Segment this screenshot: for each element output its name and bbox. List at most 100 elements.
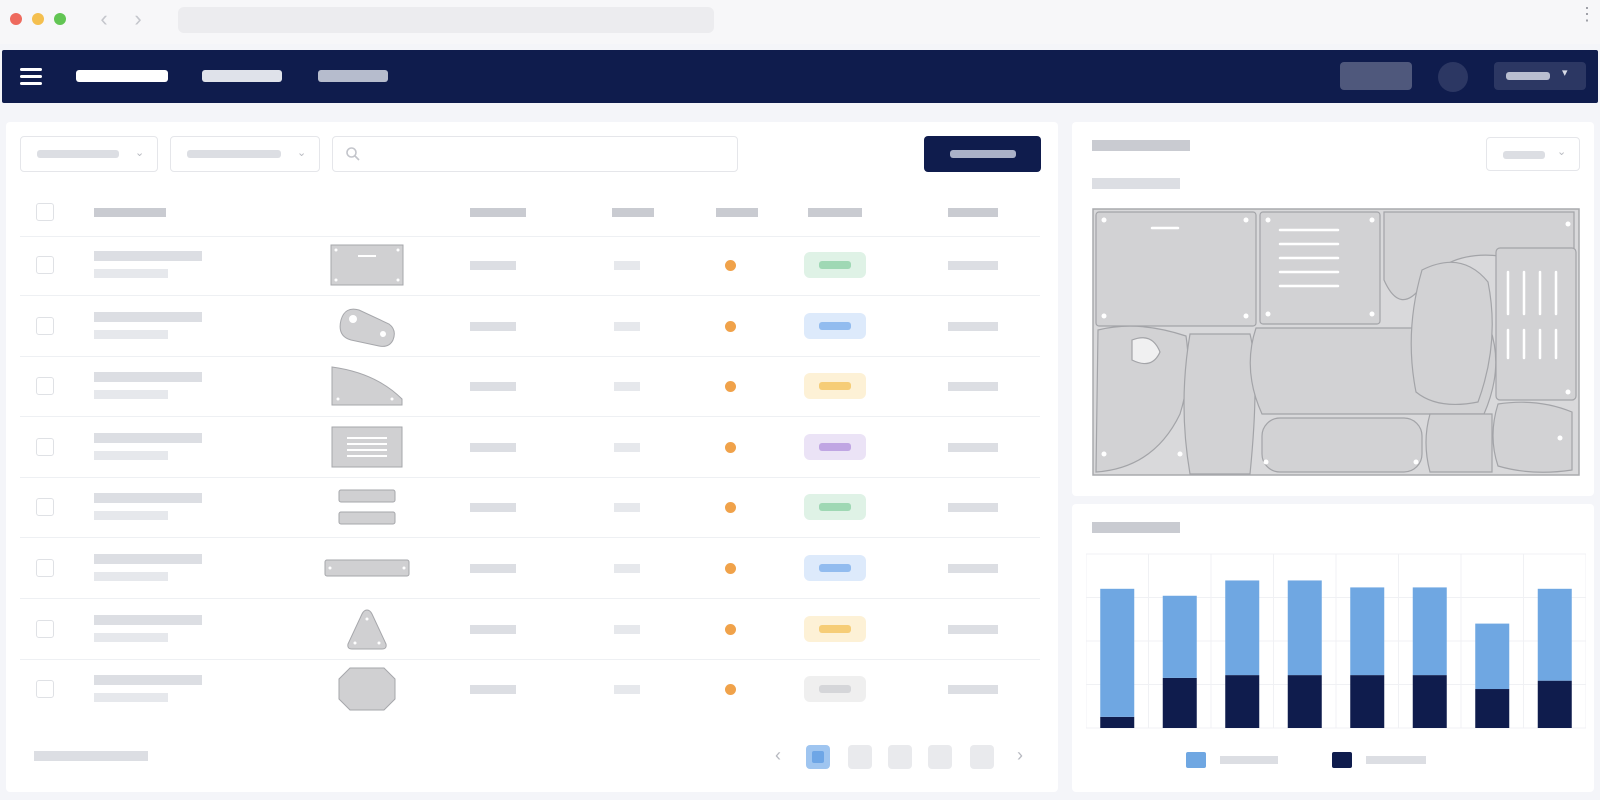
quantity-placeholder xyxy=(614,442,640,452)
column-header-6[interactable] xyxy=(808,208,862,217)
forward-arrow-icon[interactable]: › xyxy=(128,8,148,31)
date-placeholder xyxy=(948,624,998,634)
flat-bar-icon[interactable] xyxy=(324,558,410,583)
part-id-placeholder xyxy=(94,511,168,521)
prev-page-icon[interactable]: ‹ xyxy=(770,744,786,768)
bar-series-1-3 xyxy=(1225,675,1260,728)
search-icon xyxy=(346,147,360,161)
back-arrow-icon[interactable]: ‹ xyxy=(94,8,114,31)
part-name-placeholder xyxy=(94,493,202,504)
stacked-bars-icon[interactable] xyxy=(337,486,397,533)
material-placeholder xyxy=(470,321,516,331)
column-header-4[interactable] xyxy=(612,208,654,217)
status-badge xyxy=(804,494,866,521)
browser-chrome: ‹ › ⋮ xyxy=(0,0,1600,44)
row-checkbox[interactable] xyxy=(36,316,54,335)
bar-series-1-7 xyxy=(1475,689,1510,728)
bar-series-1-1 xyxy=(1100,716,1135,728)
status-dot xyxy=(725,441,736,453)
material-placeholder xyxy=(470,382,516,392)
part-id-placeholder xyxy=(94,572,168,581)
preview-subtitle xyxy=(1092,178,1180,189)
part-id-placeholder xyxy=(94,450,168,460)
material-placeholder xyxy=(470,261,516,270)
address-bar[interactable] xyxy=(178,7,714,33)
row-checkbox[interactable] xyxy=(36,559,54,577)
status-dot xyxy=(725,320,736,332)
part-id-placeholder xyxy=(94,269,168,278)
quantity-placeholder xyxy=(614,624,640,634)
bar-series-1-2 xyxy=(1162,677,1197,728)
close-window-dot[interactable] xyxy=(10,13,22,25)
row-checkbox[interactable] xyxy=(36,256,54,274)
preview-dropdown[interactable]: ⌄ xyxy=(1486,137,1580,171)
bracket-link-icon[interactable] xyxy=(337,304,397,353)
bar-series-2-2 xyxy=(1162,595,1197,678)
avatar[interactable] xyxy=(1438,62,1468,92)
chevron-down-icon: ▾ xyxy=(1562,67,1568,79)
stacked-bar-chart xyxy=(1086,553,1586,729)
vent-panel-icon[interactable] xyxy=(331,426,403,473)
filter-dropdown-1[interactable]: ⌄ xyxy=(20,136,158,172)
nested-sheet-layout-icon xyxy=(1092,208,1580,476)
octagon-plate-icon[interactable] xyxy=(338,667,396,716)
legend-label-series-2 xyxy=(1220,756,1278,764)
row-checkbox[interactable] xyxy=(36,619,54,638)
chevron-down-icon: ⌄ xyxy=(1557,146,1567,158)
bar-series-1-5 xyxy=(1350,675,1385,728)
filter-dropdown-2[interactable]: ⌄ xyxy=(170,136,320,172)
row-checkbox[interactable] xyxy=(36,498,54,517)
part-id-placeholder xyxy=(94,390,168,400)
nav-item-2[interactable] xyxy=(202,70,282,82)
nav-item-1[interactable] xyxy=(76,70,168,82)
status-badge xyxy=(804,373,866,400)
part-name-placeholder xyxy=(94,614,202,625)
date-placeholder xyxy=(948,685,998,695)
part-name-placeholder xyxy=(94,311,202,322)
part-name-placeholder xyxy=(94,432,202,443)
rectangular-plate-icon[interactable] xyxy=(330,244,404,291)
app-header: ▾ xyxy=(2,50,1598,103)
search-input[interactable] xyxy=(332,136,738,172)
column-header-7[interactable] xyxy=(948,208,998,217)
quantity-placeholder xyxy=(614,321,640,331)
bar-series-2-4 xyxy=(1287,580,1322,676)
legend-swatch-series-2 xyxy=(1186,752,1206,768)
row-checkbox[interactable] xyxy=(36,680,54,699)
bar-series-2-1 xyxy=(1100,588,1135,717)
bar-series-1-6 xyxy=(1412,675,1447,728)
bar-series-2-6 xyxy=(1412,587,1447,676)
triangle-plate-icon[interactable] xyxy=(345,607,389,656)
select-all-checkbox[interactable] xyxy=(36,203,54,221)
page-button-1[interactable] xyxy=(806,745,830,769)
header-action-button[interactable] xyxy=(1340,62,1412,90)
primary-action-button[interactable] xyxy=(924,136,1041,172)
row-checkbox[interactable] xyxy=(36,377,54,396)
curved-plate-icon[interactable] xyxy=(330,365,404,412)
user-menu-dropdown[interactable]: ▾ xyxy=(1494,62,1586,90)
page-button-4[interactable] xyxy=(928,745,952,769)
bar-series-1-8 xyxy=(1537,680,1572,728)
next-page-icon[interactable]: › xyxy=(1012,744,1028,768)
nav-item-3[interactable] xyxy=(318,70,388,82)
status-badge xyxy=(804,252,866,278)
legend-swatch-series-1 xyxy=(1332,752,1352,768)
part-id-placeholder xyxy=(94,693,168,703)
column-header-3[interactable] xyxy=(470,208,526,217)
material-placeholder xyxy=(470,624,516,634)
quantity-placeholder xyxy=(614,503,640,513)
hamburger-icon[interactable] xyxy=(20,68,42,86)
date-placeholder xyxy=(948,382,998,392)
column-header-name[interactable] xyxy=(94,208,166,217)
minimize-window-dot[interactable] xyxy=(32,13,44,25)
material-placeholder xyxy=(470,685,516,695)
browser-menu-icon[interactable]: ⋮ xyxy=(1578,5,1596,34)
page-button-2[interactable] xyxy=(848,745,872,769)
status-dot xyxy=(725,623,736,635)
page-button-5[interactable] xyxy=(970,745,994,769)
chevron-down-icon: ⌄ xyxy=(297,147,307,159)
row-checkbox[interactable] xyxy=(36,437,54,456)
maximize-window-dot[interactable] xyxy=(54,13,66,25)
page-button-3[interactable] xyxy=(888,745,912,769)
column-header-5[interactable] xyxy=(716,208,758,217)
